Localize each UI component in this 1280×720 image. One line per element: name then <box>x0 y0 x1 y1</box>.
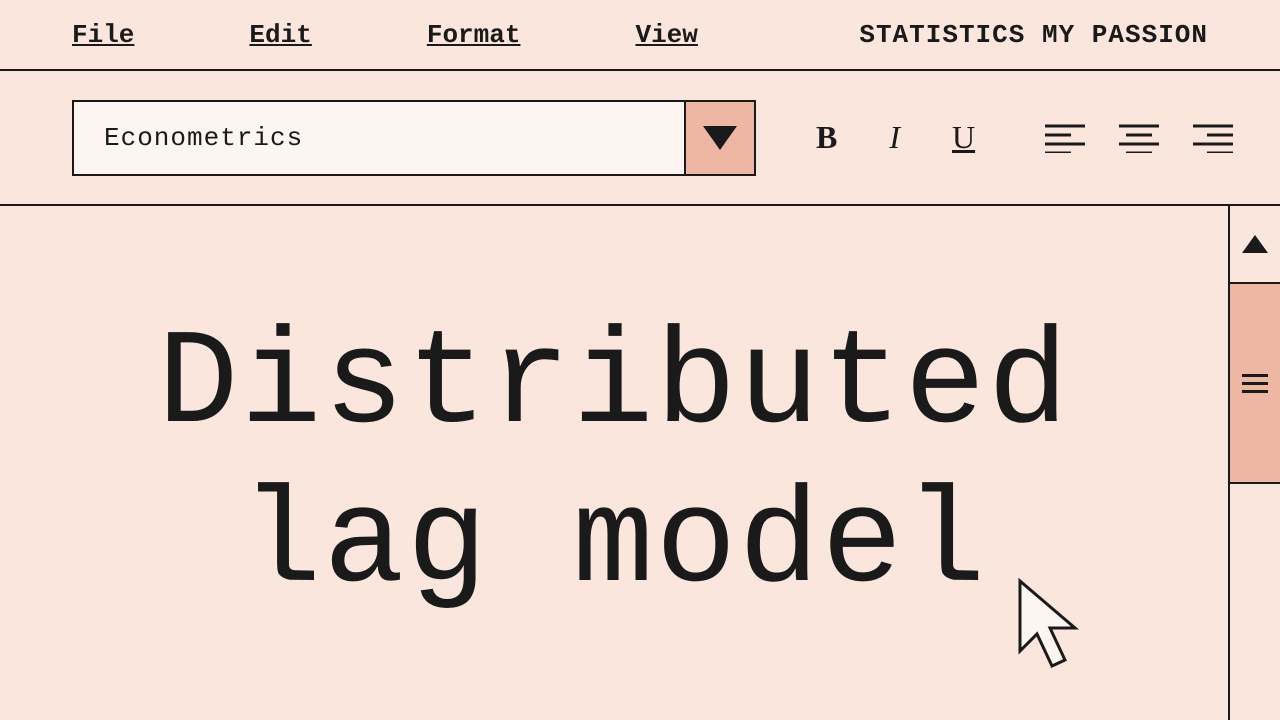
alignment-group <box>1045 123 1233 153</box>
align-left-icon <box>1045 123 1085 153</box>
menu-view[interactable]: View <box>635 20 697 50</box>
chevron-up-icon <box>1242 235 1268 253</box>
toolbar: Econometrics B I U <box>0 71 1280 206</box>
menu-file[interactable]: File <box>72 20 134 50</box>
bold-button[interactable]: B <box>816 119 837 156</box>
grip-icon <box>1242 374 1268 393</box>
align-right-icon <box>1193 123 1233 153</box>
vertical-scrollbar[interactable] <box>1228 206 1280 720</box>
align-center-icon <box>1119 123 1159 153</box>
document-heading-line1: Distributed <box>157 309 1070 462</box>
scroll-track[interactable] <box>1230 484 1280 720</box>
menu-format[interactable]: Format <box>427 20 521 50</box>
text-style-group: B I U <box>816 119 975 156</box>
scroll-up-button[interactable] <box>1230 206 1280 284</box>
category-select[interactable]: Econometrics <box>72 100 756 176</box>
category-select-dropdown-button[interactable] <box>684 102 754 174</box>
menubar: File Edit Format View STATISTICS MY PASS… <box>0 0 1280 71</box>
italic-button[interactable]: I <box>889 119 900 156</box>
category-select-value: Econometrics <box>74 102 684 174</box>
document-canvas[interactable]: Distributed lag model <box>0 206 1228 720</box>
menu-edit[interactable]: Edit <box>249 20 311 50</box>
app-title: STATISTICS MY PASSION <box>859 20 1208 50</box>
chevron-down-icon <box>703 126 737 150</box>
align-center-button[interactable] <box>1119 123 1159 153</box>
underline-button[interactable]: U <box>952 119 975 156</box>
scroll-thumb[interactable] <box>1230 284 1280 484</box>
document-heading-line2: lag model <box>240 468 987 621</box>
document-heading: Distributed lag model <box>157 306 1070 625</box>
align-right-button[interactable] <box>1193 123 1233 153</box>
align-left-button[interactable] <box>1045 123 1085 153</box>
workspace: Distributed lag model <box>0 206 1280 720</box>
